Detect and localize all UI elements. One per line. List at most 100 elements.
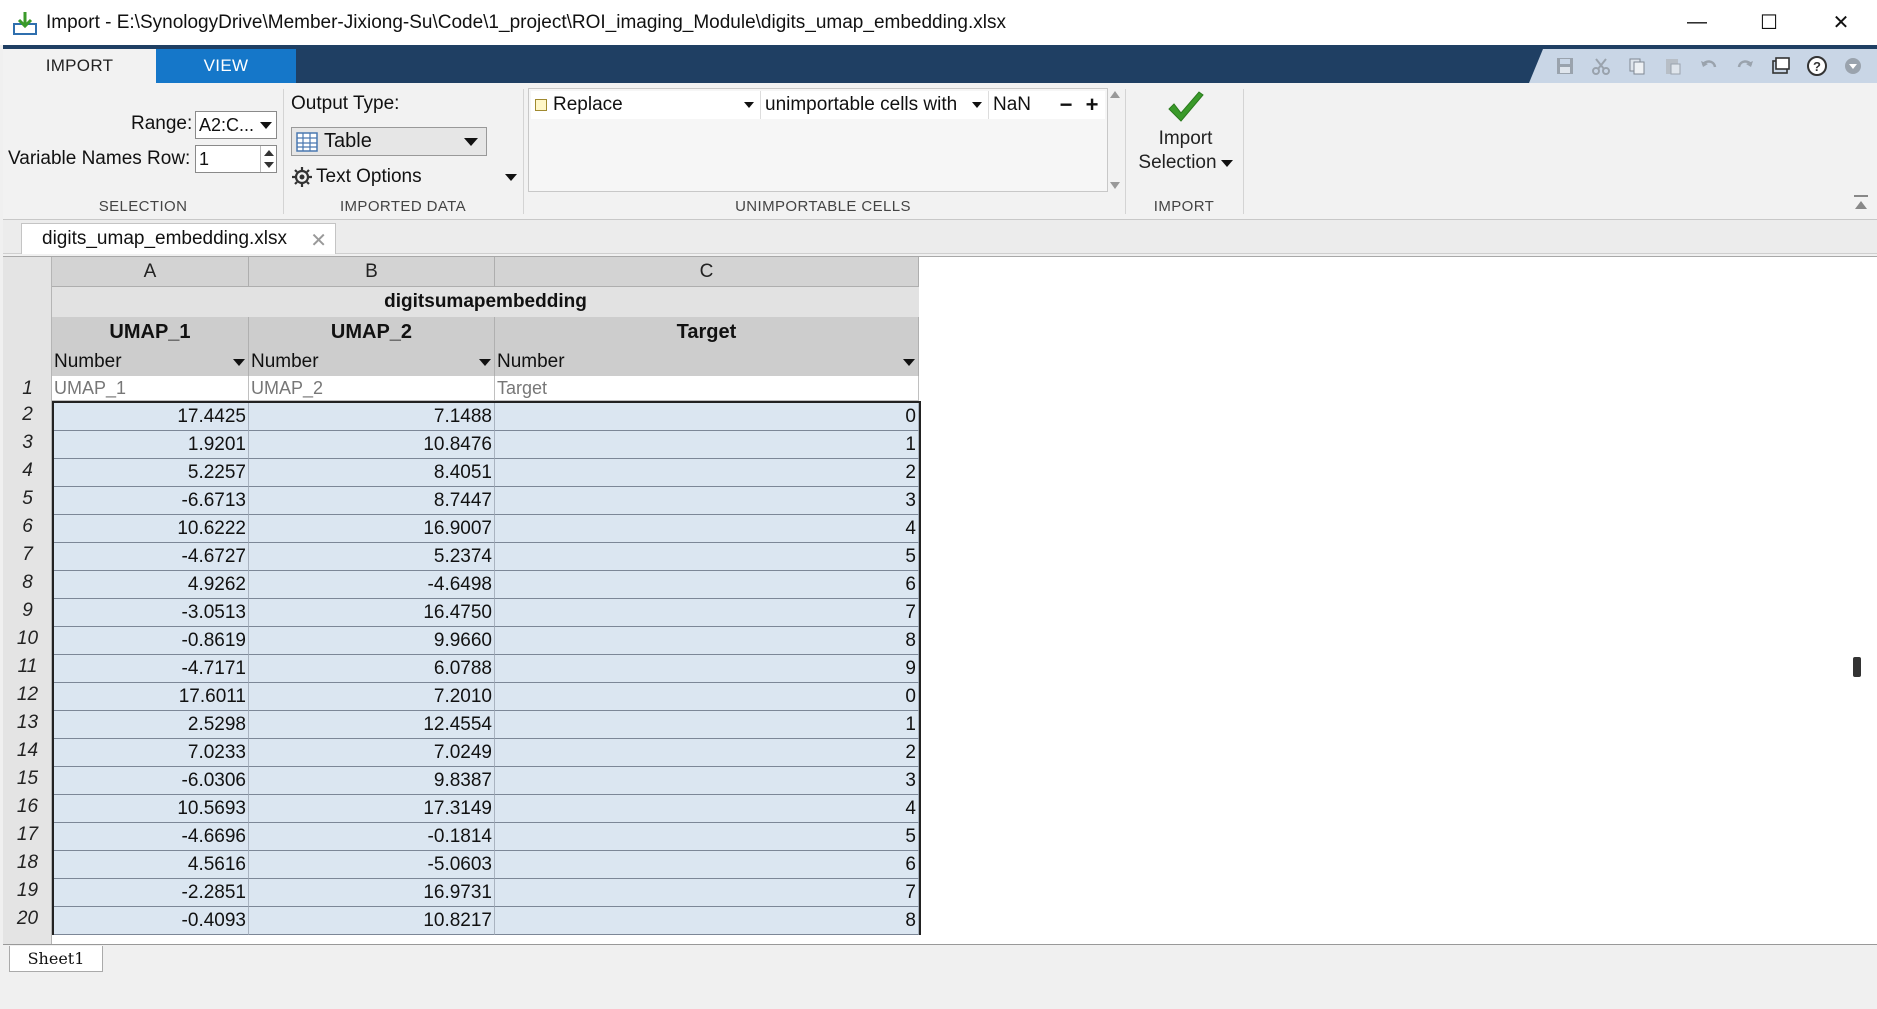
- table-name[interactable]: digitsumapembedding: [52, 287, 919, 317]
- row-number[interactable]: 9: [3, 597, 52, 625]
- row-number[interactable]: 1: [3, 376, 52, 401]
- rule-replacement-input[interactable]: NaN: [989, 91, 1053, 119]
- table-cell[interactable]: 2: [495, 459, 919, 487]
- table-cell[interactable]: 9.8387: [249, 767, 495, 795]
- variable-type-select[interactable]: Number: [249, 348, 495, 376]
- row-number[interactable]: 11: [3, 653, 52, 681]
- table-cell[interactable]: -5.0603: [249, 851, 495, 879]
- import-selection-button[interactable]: Import Selection: [1133, 89, 1238, 194]
- table-cell[interactable]: 4: [495, 515, 919, 543]
- tab-import[interactable]: IMPORT: [3, 49, 156, 83]
- table-cell[interactable]: -4.6727: [54, 543, 249, 571]
- dropdown-icon[interactable]: [1835, 51, 1871, 81]
- variable-name[interactable]: UMAP_1: [52, 317, 249, 348]
- table-cell[interactable]: 5.2257: [54, 459, 249, 487]
- row-number[interactable]: 20: [3, 905, 52, 933]
- table-cell[interactable]: 4.9262: [54, 571, 249, 599]
- row-number[interactable]: 15: [3, 765, 52, 793]
- table-cell[interactable]: -0.4093: [54, 907, 249, 935]
- table-cell[interactable]: 6.0788: [249, 655, 495, 683]
- variable-type-select[interactable]: Number: [52, 348, 249, 376]
- variable-type-select[interactable]: Number: [495, 348, 919, 376]
- collapse-ribbon-icon[interactable]: [1851, 193, 1871, 213]
- row-number[interactable]: 2: [3, 401, 52, 429]
- table-cell[interactable]: -4.6498: [249, 571, 495, 599]
- table-cell[interactable]: -4.7171: [54, 655, 249, 683]
- table-cell[interactable]: 5: [495, 543, 919, 571]
- table-cell[interactable]: 8.4051: [249, 459, 495, 487]
- table-cell[interactable]: 7.0249: [249, 739, 495, 767]
- table-cell[interactable]: 2.5298: [54, 711, 249, 739]
- column-letter[interactable]: B: [249, 257, 495, 287]
- table-cell[interactable]: -0.8619: [54, 627, 249, 655]
- table-cell[interactable]: -2.2851: [54, 879, 249, 907]
- table-cell[interactable]: 7: [495, 879, 919, 907]
- table-cell[interactable]: 1: [495, 431, 919, 459]
- table-cell[interactable]: 10.8217: [249, 907, 495, 935]
- document-tab[interactable]: digits_umap_embedding.xlsx ✕: [21, 223, 336, 254]
- table-cell[interactable]: 1: [495, 711, 919, 739]
- tab-view[interactable]: VIEW: [156, 49, 296, 83]
- spinner-icon[interactable]: [260, 146, 276, 172]
- row-number[interactable]: 8: [3, 569, 52, 597]
- range-input[interactable]: A2:C...: [195, 111, 277, 139]
- table-cell[interactable]: 7.0233: [54, 739, 249, 767]
- scroll-up-icon[interactable]: [1110, 91, 1120, 98]
- save-icon[interactable]: [1547, 51, 1583, 81]
- row-number[interactable]: 19: [3, 877, 52, 905]
- table-cell[interactable]: 6: [495, 851, 919, 879]
- table-cell[interactable]: 4.5616: [54, 851, 249, 879]
- add-rule-button[interactable]: +: [1079, 92, 1105, 118]
- column-letter[interactable]: C: [495, 257, 919, 287]
- cut-icon[interactable]: [1583, 51, 1619, 81]
- table-cell[interactable]: 9.9660: [249, 627, 495, 655]
- row-number[interactable]: 6: [3, 513, 52, 541]
- table-cell[interactable]: -6.6713: [54, 487, 249, 515]
- table-cell[interactable]: 17.4425: [54, 403, 249, 431]
- output-type-select[interactable]: Table: [291, 127, 487, 156]
- row-number[interactable]: 18: [3, 849, 52, 877]
- table-cell[interactable]: -3.0513: [54, 599, 249, 627]
- redo-icon[interactable]: [1727, 51, 1763, 81]
- row-number[interactable]: 4: [3, 457, 52, 485]
- close-window-button[interactable]: ✕: [1805, 0, 1877, 45]
- row-number[interactable]: 7: [3, 541, 52, 569]
- close-icon[interactable]: ✕: [310, 228, 327, 253]
- table-cell[interactable]: UMAP_2: [249, 376, 495, 401]
- variable-names-row-stepper[interactable]: 1: [195, 145, 277, 173]
- table-cell[interactable]: 5: [495, 823, 919, 851]
- row-number[interactable]: 17: [3, 821, 52, 849]
- row-number[interactable]: 16: [3, 793, 52, 821]
- table-cell[interactable]: 7: [495, 599, 919, 627]
- table-cell[interactable]: 10.6222: [54, 515, 249, 543]
- table-cell[interactable]: 12.4554: [249, 711, 495, 739]
- spreadsheet-grid[interactable]: A B C digitsumapembedding UMAP_1 UMAP_2 …: [3, 256, 1877, 944]
- copy-icon[interactable]: [1619, 51, 1655, 81]
- table-cell[interactable]: 16.9007: [249, 515, 495, 543]
- table-cell[interactable]: 16.9731: [249, 879, 495, 907]
- variable-name[interactable]: Target: [495, 317, 919, 348]
- scroll-down-icon[interactable]: [1110, 182, 1120, 189]
- table-cell[interactable]: -6.0306: [54, 767, 249, 795]
- table-cell[interactable]: -4.6696: [54, 823, 249, 851]
- table-cell[interactable]: 0: [495, 683, 919, 711]
- text-options-button[interactable]: Text Options: [291, 163, 517, 191]
- table-cell[interactable]: 10.8476: [249, 431, 495, 459]
- table-cell[interactable]: 0: [495, 403, 919, 431]
- minimize-button[interactable]: —: [1661, 0, 1733, 45]
- variable-name[interactable]: UMAP_2: [249, 317, 495, 348]
- row-number[interactable]: 12: [3, 681, 52, 709]
- table-cell[interactable]: 9: [495, 655, 919, 683]
- row-number[interactable]: 10: [3, 625, 52, 653]
- remove-rule-button[interactable]: −: [1053, 92, 1079, 118]
- table-cell[interactable]: 17.6011: [54, 683, 249, 711]
- table-cell[interactable]: 3: [495, 767, 919, 795]
- table-cell[interactable]: 16.4750: [249, 599, 495, 627]
- undo-icon[interactable]: [1691, 51, 1727, 81]
- help-icon[interactable]: ?: [1799, 51, 1835, 81]
- paste-icon[interactable]: [1655, 51, 1691, 81]
- table-cell[interactable]: 7.2010: [249, 683, 495, 711]
- table-cell[interactable]: 8: [495, 907, 919, 935]
- table-cell[interactable]: -0.1814: [249, 823, 495, 851]
- vertical-scrollbar-thumb[interactable]: [1853, 657, 1861, 677]
